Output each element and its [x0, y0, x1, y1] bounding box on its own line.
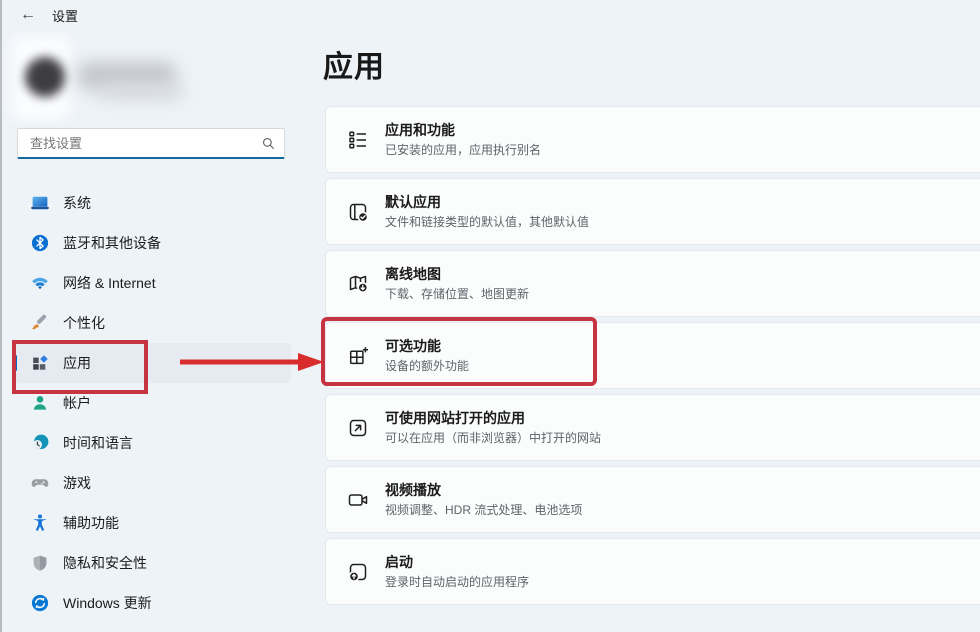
sidebar-item-personalization[interactable]: 个性化: [14, 303, 291, 343]
card-subtitle: 可以在应用（而非浏览器）中打开的网站: [385, 431, 601, 445]
accessibility-icon: [30, 513, 50, 533]
sidebar-item-privacy[interactable]: 隐私和安全性: [14, 543, 291, 583]
card-text: 可使用网站打开的应用可以在应用（而非浏览器）中打开的网站: [385, 410, 601, 445]
sidebar-item-label: 蓝牙和其他设备: [63, 233, 161, 253]
avatar: [25, 57, 65, 97]
time-language-icon: [30, 433, 50, 453]
optional-features-icon: [346, 344, 370, 368]
system-icon: [30, 193, 50, 213]
search-icon[interactable]: [261, 136, 276, 151]
sidebar-item-label: Windows 更新: [63, 593, 152, 613]
card-title: 默认应用: [385, 194, 589, 212]
sidebar-item-gaming[interactable]: 游戏: [14, 463, 291, 503]
sidebar-item-label: 系统: [63, 193, 91, 213]
card-text: 可选功能设备的额外功能: [385, 338, 469, 373]
card-subtitle: 设备的额外功能: [385, 359, 469, 373]
apps-features-icon: [346, 128, 370, 152]
offline-maps-icon: [346, 272, 370, 296]
sidebar-item-accounts[interactable]: 帐户: [14, 383, 291, 423]
accounts-icon: [30, 393, 50, 413]
card-title: 启动: [385, 554, 529, 572]
sidebar-item-label: 个性化: [63, 313, 105, 333]
titlebar: ← 设置: [0, 0, 980, 30]
card-subtitle: 视频调整、HDR 流式处理、电池选项: [385, 503, 582, 517]
settings-card-offline-maps[interactable]: 离线地图下载、存储位置、地图更新: [325, 250, 980, 317]
settings-card-list: 应用和功能已安装的应用，应用执行别名默认应用文件和链接类型的默认值，其他默认值离…: [325, 106, 980, 610]
apps-for-websites-icon: [346, 416, 370, 440]
sidebar-nav: 系统蓝牙和其他设备网络 & Internet 个性化应用帐户时间和语言游戏辅助功能…: [0, 183, 305, 623]
sidebar-item-label: 隐私和安全性: [63, 553, 147, 573]
privacy-icon: [30, 553, 50, 573]
settings-card-optional-features[interactable]: 可选功能设备的额外功能: [325, 322, 980, 389]
search-input[interactable]: [28, 135, 261, 152]
default-apps-icon: [346, 200, 370, 224]
card-text: 应用和功能已安装的应用，应用执行别名: [385, 122, 541, 157]
card-text: 启动登录时自动启动的应用程序: [385, 554, 529, 589]
sidebar-item-windows-update[interactable]: Windows 更新: [14, 583, 291, 623]
card-title: 可选功能: [385, 338, 469, 356]
sidebar-item-label: 辅助功能: [63, 513, 119, 533]
search-box[interactable]: [17, 128, 285, 159]
card-text: 离线地图下载、存储位置、地图更新: [385, 266, 529, 301]
sidebar-item-network[interactable]: 网络 & Internet: [14, 263, 291, 303]
video-playback-icon: [346, 488, 370, 512]
card-text: 默认应用文件和链接类型的默认值，其他默认值: [385, 194, 589, 229]
account-block[interactable]: [0, 32, 300, 124]
sidebar-item-label: 游戏: [63, 473, 91, 493]
settings-card-video-playback[interactable]: 视频播放视频调整、HDR 流式处理、电池选项: [325, 466, 980, 533]
network-icon: [30, 273, 50, 293]
windows-update-icon: [30, 593, 50, 613]
account-email-blurred: [98, 84, 184, 100]
card-title: 视频播放: [385, 482, 582, 500]
gaming-icon: [30, 473, 50, 493]
sidebar-item-accessibility[interactable]: 辅助功能: [14, 503, 291, 543]
card-title: 离线地图: [385, 266, 529, 284]
card-subtitle: 已安装的应用，应用执行别名: [385, 143, 541, 157]
settings-card-default-apps[interactable]: 默认应用文件和链接类型的默认值，其他默认值: [325, 178, 980, 245]
sidebar-item-label: 帐户: [63, 393, 91, 413]
sidebar-item-label: 网络 & Internet: [63, 273, 156, 293]
settings-card-apps-features[interactable]: 应用和功能已安装的应用，应用执行别名: [325, 106, 980, 173]
startup-icon: [346, 560, 370, 584]
sidebar-item-system[interactable]: 系统: [14, 183, 291, 223]
page-title: 应用: [323, 42, 385, 86]
personalization-icon: [30, 313, 50, 333]
card-subtitle: 登录时自动启动的应用程序: [385, 575, 529, 589]
sidebar-item-label: 时间和语言: [63, 433, 133, 453]
sidebar-item-label: 应用: [63, 353, 91, 373]
sidebar-item-apps[interactable]: 应用: [14, 343, 291, 383]
back-icon[interactable]: ←: [20, 7, 36, 23]
card-title: 应用和功能: [385, 122, 541, 140]
sidebar-item-bluetooth[interactable]: 蓝牙和其他设备: [14, 223, 291, 263]
bluetooth-icon: [30, 233, 50, 253]
sidebar-item-time-language[interactable]: 时间和语言: [14, 423, 291, 463]
card-subtitle: 下载、存储位置、地图更新: [385, 287, 529, 301]
settings-card-apps-for-websites[interactable]: 可使用网站打开的应用可以在应用（而非浏览器）中打开的网站: [325, 394, 980, 461]
settings-card-startup[interactable]: 启动登录时自动启动的应用程序: [325, 538, 980, 605]
card-title: 可使用网站打开的应用: [385, 410, 601, 428]
card-text: 视频播放视频调整、HDR 流式处理、电池选项: [385, 482, 582, 517]
window-title: 设置: [52, 6, 78, 25]
card-subtitle: 文件和链接类型的默认值，其他默认值: [385, 215, 589, 229]
apps-icon: [30, 353, 50, 373]
